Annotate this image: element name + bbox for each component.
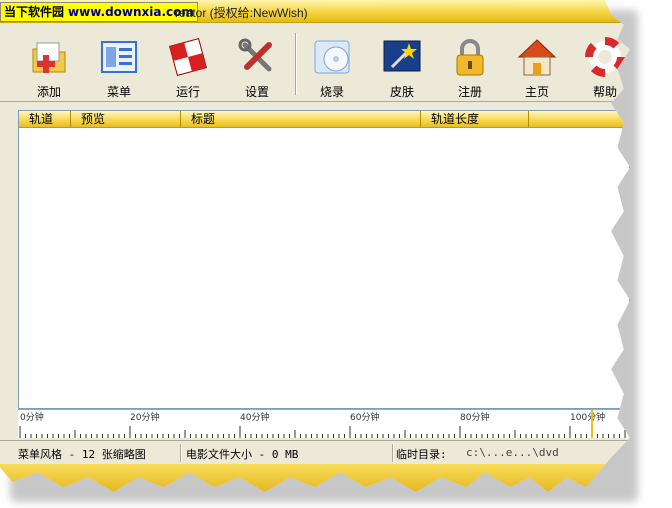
- add-button-label: 添加: [36, 85, 61, 99]
- ruler-label: 60分钟: [350, 411, 379, 423]
- ruler-ticks: 0分钟 20分钟 40分钟 60分钟 80分钟 100分钟: [19, 410, 626, 438]
- app-window: 当下软件园 www.downxia.com reator (授权给:NewWis…: [0, 0, 630, 492]
- home-button[interactable]: 主页: [508, 29, 566, 99]
- skin-button[interactable]: 皮肤: [373, 29, 431, 99]
- add-folder-icon: [29, 37, 69, 77]
- menu-button-label: 菜单: [106, 85, 131, 99]
- ruler-label: 20分钟: [130, 411, 159, 423]
- ruler-label: 0分钟: [20, 411, 44, 423]
- status-temp-dir-value: c:\...e...\dvd: [466, 446, 559, 459]
- menu-button[interactable]: 菜单: [90, 29, 148, 99]
- register-button[interactable]: 注册: [441, 29, 499, 99]
- title-bar[interactable]: 当下软件园 www.downxia.com reator (授权给:NewWis…: [0, 0, 630, 23]
- status-temp-dir-label: 临时目录:: [396, 448, 447, 461]
- main-toolbar: 添加 菜单 运行 设置 烧录 皮肤 注册 主页 帮助: [0, 23, 630, 102]
- status-file-size: 电影文件大小 - 0 MB: [186, 448, 299, 461]
- home-icon: [517, 37, 557, 77]
- menu-layout-icon: [99, 37, 139, 77]
- track-list[interactable]: 轨道 预览 标题 轨道长度: [18, 110, 630, 409]
- column-filler: [529, 111, 629, 127]
- status-bar: 菜单风格 - 12 张缩略图 电影文件大小 - 0 MB 临时目录: c:\..…: [0, 440, 630, 465]
- run-button[interactable]: 运行: [159, 29, 217, 99]
- ruler-label: 80分钟: [460, 411, 489, 423]
- status-separator: [392, 444, 393, 462]
- run-button-label: 运行: [175, 85, 200, 99]
- home-button-label: 主页: [524, 85, 549, 99]
- register-button-label: 注册: [457, 85, 482, 99]
- column-preview[interactable]: 预览: [71, 111, 181, 127]
- column-track[interactable]: 轨道: [19, 111, 71, 127]
- column-title[interactable]: 标题: [181, 111, 421, 127]
- tools-icon: [237, 37, 277, 77]
- ruler-label: 100分钟: [570, 411, 605, 423]
- column-track-length[interactable]: 轨道长度: [421, 111, 529, 127]
- track-list-header: 轨道 预览 标题 轨道长度: [19, 111, 629, 128]
- burn-button-label: 烧录: [319, 85, 344, 99]
- timeline-ruler: 0分钟 20分钟 40分钟 60分钟 80分钟 100分钟: [18, 409, 628, 438]
- lock-icon: [450, 37, 490, 77]
- add-button[interactable]: 添加: [20, 29, 78, 99]
- burn-button[interactable]: 烧录: [303, 29, 361, 99]
- burn-disc-icon: [312, 37, 352, 77]
- status-separator: [180, 444, 181, 462]
- skin-wand-icon: [382, 37, 422, 77]
- toolbar-separator: [295, 33, 296, 95]
- watermark-name: 当下软件园: [4, 5, 65, 19]
- ruler-label: 40分钟: [240, 411, 269, 423]
- status-menu-style: 菜单风格 - 12 张缩略图: [18, 448, 146, 461]
- run-flag-icon: [168, 37, 208, 77]
- site-watermark: 当下软件园 www.downxia.com: [0, 2, 198, 22]
- skin-button-label: 皮肤: [389, 85, 414, 99]
- window-title: reator (授权给:NewWish): [175, 6, 308, 20]
- settings-button-label: 设置: [244, 85, 269, 99]
- settings-button[interactable]: 设置: [228, 29, 286, 99]
